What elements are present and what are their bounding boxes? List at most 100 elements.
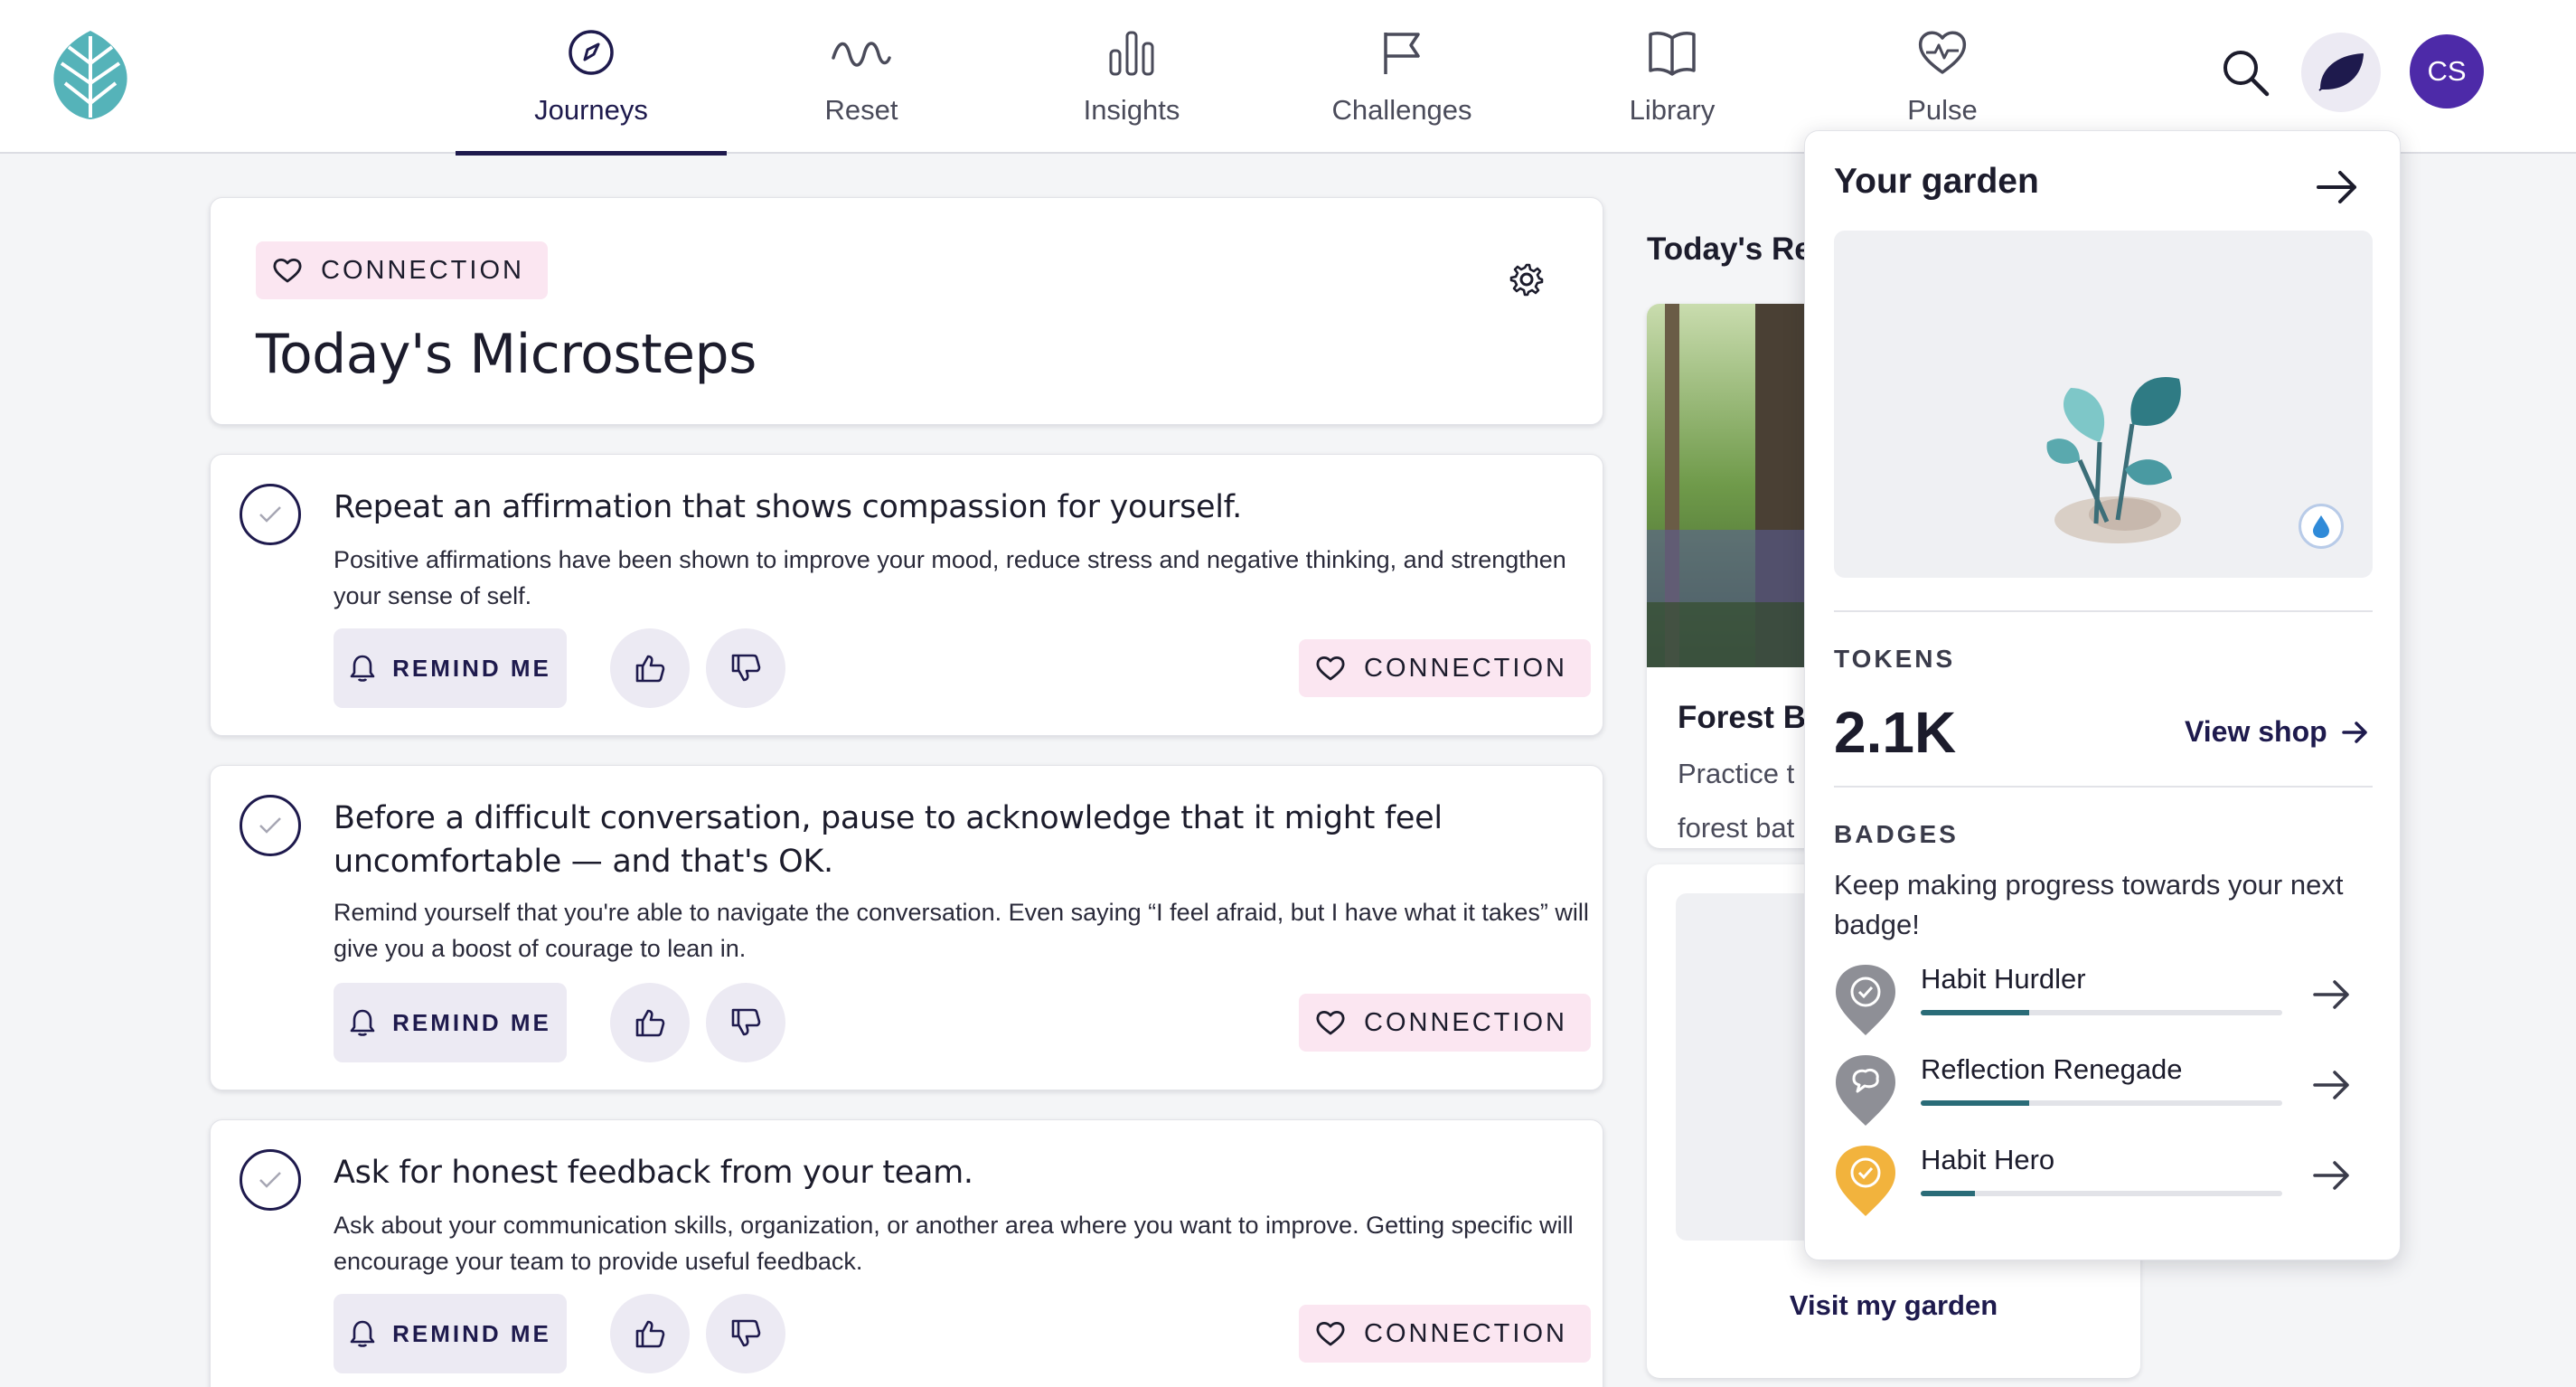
bell-icon (350, 655, 375, 682)
check-icon (259, 506, 281, 523)
gear-icon[interactable] (1509, 261, 1545, 297)
connection-tag: CONNECTION (256, 241, 548, 299)
thumbs-down-button[interactable] (706, 1294, 785, 1373)
microstep-card: Before a difficult conversation, pause t… (210, 765, 1603, 1090)
arrow-right-icon[interactable] (2311, 162, 2362, 212)
badge-progress-fill (1921, 1100, 2029, 1106)
heart-icon (273, 259, 302, 283)
nav-reset[interactable]: Reset (726, 0, 997, 154)
book-icon (1537, 27, 1808, 81)
garden-leaf-button[interactable] (2301, 33, 2381, 112)
complete-checkbox[interactable] (240, 795, 301, 856)
nav-pulse-label: Pulse (1907, 94, 1978, 126)
divider (1834, 786, 2373, 788)
badges-label: BADGES (1834, 820, 1959, 848)
check-icon (259, 817, 281, 834)
thumbs-up-button[interactable] (610, 983, 690, 1062)
thumbs-up-button[interactable] (610, 628, 690, 708)
user-avatar[interactable]: CS (2410, 34, 2484, 109)
remind-me-button[interactable]: REMIND ME (334, 983, 567, 1062)
arrow-right-icon[interactable] (2309, 1153, 2355, 1198)
check-icon (259, 1172, 281, 1188)
complete-checkbox[interactable] (240, 484, 301, 545)
nav-journeys[interactable]: Journeys (456, 0, 727, 156)
badge-row[interactable]: Habit Hero (1834, 1144, 2373, 1216)
arrow-right-icon[interactable] (2309, 1062, 2355, 1108)
thumbs-up-icon (635, 655, 665, 683)
badge-progress-bar (1921, 1191, 2282, 1196)
microstep-title: Before a difficult conversation, pause t… (334, 800, 1443, 880)
connection-tag: CONNECTION (1299, 639, 1591, 697)
heart-icon (1316, 1322, 1345, 1346)
bar-chart-icon (996, 27, 1267, 81)
thumbs-down-icon (731, 654, 761, 682)
badge-name: Reflection Renegade (1921, 1053, 2183, 1085)
nav-challenges-label: Challenges (1331, 94, 1472, 126)
water-drop-icon[interactable] (2299, 504, 2344, 549)
search-icon[interactable] (2220, 47, 2270, 98)
remind-me-button[interactable]: REMIND ME (334, 628, 567, 708)
nav-insights-label: Insights (1083, 94, 1180, 126)
nav-library[interactable]: Library (1537, 0, 1808, 154)
remind-me-button[interactable]: REMIND ME (334, 1294, 567, 1373)
connection-tag-label: CONNECTION (1364, 653, 1567, 683)
connection-tag: CONNECTION (1299, 1305, 1591, 1363)
nav-insights[interactable]: Insights (996, 0, 1267, 154)
arrow-right-icon[interactable] (2309, 972, 2355, 1017)
microstep-description: Ask about your communication skills, org… (334, 1212, 1574, 1275)
compass-icon (456, 27, 727, 81)
complete-checkbox[interactable] (240, 1149, 301, 1211)
forest-reset-title: Forest B (1678, 700, 1806, 735)
thumbs-down-button[interactable] (706, 983, 785, 1062)
thumbs-down-icon (731, 1319, 761, 1347)
connection-tag-label: CONNECTION (1364, 1318, 1567, 1348)
tokens-label: TOKENS (1834, 645, 1956, 673)
connection-tag: CONNECTION (1299, 994, 1591, 1052)
badge-progress-fill (1921, 1010, 2029, 1015)
nav-journeys-label: Journeys (534, 94, 648, 126)
remind-me-label: REMIND ME (392, 1008, 551, 1036)
page-title: Today's Microsteps (256, 323, 757, 386)
microstep-card: Repeat an affirmation that shows compass… (210, 454, 1603, 736)
nav-reset-label: Reset (824, 94, 898, 126)
heart-icon (1316, 656, 1345, 681)
view-shop-link[interactable]: View shop (2185, 715, 2371, 749)
thumbs-up-icon (635, 1009, 665, 1037)
thumbs-down-button[interactable] (706, 628, 785, 708)
badge-row[interactable]: Habit Hurdler (1834, 963, 2373, 1035)
badges-description: Keep making progress towards your next b… (1834, 869, 2344, 940)
divider (1834, 610, 2373, 612)
tokens-value: 2.1K (1834, 700, 1957, 765)
remind-me-label: REMIND ME (392, 1319, 551, 1347)
microstep-title: Repeat an affirmation that shows compass… (334, 489, 1242, 525)
badge-progress-bar (1921, 1100, 2282, 1106)
heart-icon (1316, 1011, 1345, 1035)
flag-icon (1266, 27, 1537, 81)
leaf-icon (2318, 53, 2364, 91)
thumbs-up-icon (635, 1320, 665, 1348)
garden-popover-title: Your garden (1834, 162, 2039, 201)
thumbs-up-button[interactable] (610, 1294, 690, 1373)
badge-medal-icon (1834, 1144, 1897, 1218)
visit-garden-link[interactable]: Visit my garden (1647, 1289, 2140, 1322)
forest-reset-description-line: forest bat (1678, 812, 1795, 844)
badge-name: Habit Hero (1921, 1144, 2055, 1175)
todays-reset-heading: Today's Re (1647, 231, 1812, 267)
badge-progress-bar (1921, 1010, 2282, 1015)
forest-reset-description-line: Practice t (1678, 758, 1795, 789)
wave-icon (726, 27, 997, 81)
plant-illustration (2046, 377, 2181, 543)
connection-tag-label: CONNECTION (1364, 1007, 1567, 1037)
garden-popover: Your garden TOKENS 2.1K View shop BADGES… (1804, 130, 2401, 1260)
remind-me-label: REMIND ME (392, 654, 551, 682)
bell-icon (350, 1009, 375, 1036)
badge-medal-icon (1834, 963, 1897, 1037)
badge-row[interactable]: Reflection Renegade (1834, 1053, 2373, 1126)
thrive-logo-icon[interactable] (49, 27, 132, 121)
microstep-description: Positive affirmations have been shown to… (334, 546, 1566, 609)
arrow-right-icon (2341, 721, 2367, 743)
nav-challenges[interactable]: Challenges (1266, 0, 1537, 154)
view-shop-label: View shop (2185, 715, 2327, 748)
thumbs-down-icon (731, 1008, 761, 1036)
garden-plant-preview (1834, 231, 2373, 578)
